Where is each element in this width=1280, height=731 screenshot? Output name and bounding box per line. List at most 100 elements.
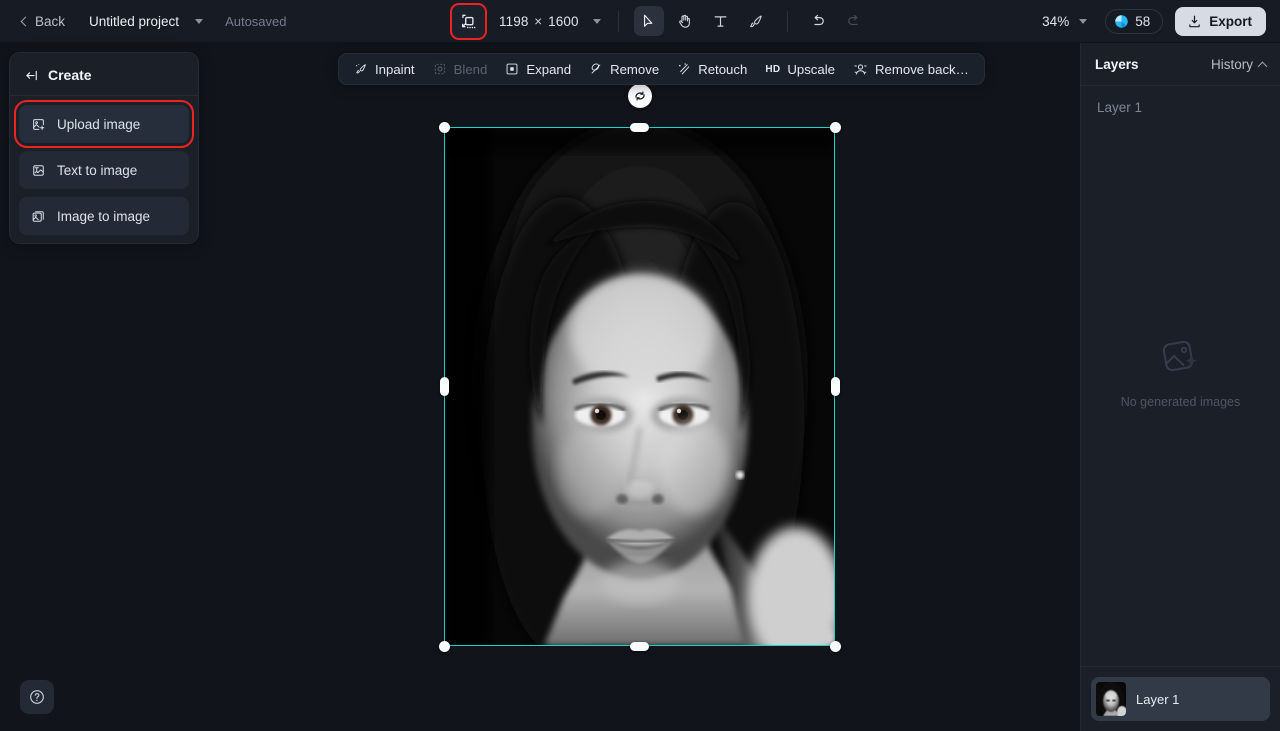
generated-images-empty-state: No generated images <box>1081 115 1280 666</box>
zoom-level-value[interactable]: 34% <box>1034 9 1073 34</box>
export-button-label: Export <box>1209 14 1252 29</box>
topbar-center-group: 1198 × 1600 <box>452 0 872 43</box>
upscale-label: Upscale <box>787 62 835 77</box>
chevron-left-icon <box>21 16 31 26</box>
selected-image-object[interactable] <box>444 127 835 646</box>
portrait-image <box>444 127 835 646</box>
text-tool-button[interactable] <box>706 6 736 36</box>
text-t-icon <box>712 13 729 30</box>
history-tab[interactable]: History <box>1211 57 1266 72</box>
create-panel-title: Create <box>48 67 92 83</box>
chevron-up-icon <box>1258 61 1268 71</box>
select-tool-button[interactable] <box>634 6 664 36</box>
create-panel-list: Upload image Text to image Image to imag… <box>10 96 198 235</box>
remove-background-button[interactable]: Remove back… <box>844 57 978 81</box>
image-to-image-label: Image to image <box>57 209 150 224</box>
canvas-width-value: 1198 <box>499 14 528 29</box>
blend-label: Blend <box>454 62 488 77</box>
back-button-label: Back <box>35 14 65 29</box>
inpaint-label: Inpaint <box>375 62 415 77</box>
expand-label: Expand <box>526 62 571 77</box>
expand-frame-icon <box>505 62 519 76</box>
chevron-down-icon <box>1079 19 1087 24</box>
remove-background-icon <box>853 62 868 77</box>
rotate-handle[interactable] <box>628 84 652 108</box>
dimension-separator: × <box>532 14 544 29</box>
remove-label: Remove <box>610 62 659 77</box>
resize-handle-top-left[interactable] <box>439 122 450 133</box>
image-edit-toolbar: Inpaint Blend Expand Remove <box>338 53 985 85</box>
create-panel-header: Create <box>10 53 198 96</box>
upload-image-label: Upload image <box>57 117 140 132</box>
project-name[interactable]: Untitled project <box>73 9 187 34</box>
canvas-height-value: 1600 <box>548 14 578 29</box>
blend-button[interactable]: Blend <box>424 57 497 81</box>
credits-count: 58 <box>1135 14 1150 29</box>
image-editor-app: Back Untitled project Autosaved 1198 × <box>0 0 1280 731</box>
undo-arrow-icon <box>809 12 827 30</box>
create-panel: Create Upload image Text to image <box>9 52 199 244</box>
layer-list-item[interactable]: Layer 1 <box>1091 677 1270 721</box>
current-layer-name: Layer 1 <box>1081 86 1280 115</box>
resize-handle-bottom[interactable] <box>630 642 649 651</box>
download-icon <box>1187 14 1202 29</box>
undo-button[interactable] <box>803 6 833 36</box>
empty-state-text: No generated images <box>1121 395 1241 409</box>
project-menu-button[interactable] <box>189 13 209 30</box>
resize-handle-top-right[interactable] <box>830 122 841 133</box>
resize-handle-right[interactable] <box>831 377 840 396</box>
resize-handle-left[interactable] <box>440 377 449 396</box>
image-to-image-button[interactable]: Image to image <box>19 197 189 235</box>
blend-icon <box>433 62 447 76</box>
layer-item-label: Layer 1 <box>1136 692 1179 707</box>
layers-panel: Layers History Layer 1 No generated imag… <box>1080 43 1280 731</box>
toolbar-divider <box>618 11 619 32</box>
history-tab-label: History <box>1211 57 1253 72</box>
upscale-button[interactable]: HD Upscale <box>756 57 844 81</box>
inpaint-button[interactable]: Inpaint <box>345 57 424 81</box>
text-to-image-button[interactable]: Text to image <box>19 151 189 189</box>
chevron-down-icon <box>593 19 601 24</box>
layers-panel-header: Layers History <box>1081 43 1280 86</box>
question-mark-icon <box>28 688 46 706</box>
retouch-label: Retouch <box>698 62 747 77</box>
upload-image-icon <box>31 117 46 132</box>
hand-tool-button[interactable] <box>670 6 700 36</box>
zoom-dropdown-button[interactable] <box>1073 14 1093 29</box>
dimensions-dropdown-button[interactable] <box>588 14 606 29</box>
topbar-left-group: Back Untitled project Autosaved <box>0 9 287 34</box>
back-button[interactable]: Back <box>14 9 73 34</box>
redo-arrow-icon <box>845 12 863 30</box>
topbar-right-group: 34% 58 Export <box>1034 0 1266 43</box>
rotate-handle-icon <box>633 89 647 103</box>
brush-icon <box>748 13 765 30</box>
cursor-arrow-icon <box>640 13 657 30</box>
image-sparkle-icon <box>1157 333 1205 381</box>
upload-image-button[interactable]: Upload image <box>19 105 189 143</box>
inpaint-brush-icon <box>354 62 368 76</box>
credits-badge[interactable]: 58 <box>1105 9 1163 34</box>
top-toolbar: Back Untitled project Autosaved 1198 × <box>0 0 1280 43</box>
collapse-panel-icon[interactable] <box>24 68 39 83</box>
resize-handle-top[interactable] <box>630 123 649 132</box>
transform-resize-icon <box>459 12 478 31</box>
toolbar-divider <box>787 11 788 32</box>
resize-handle-bottom-right[interactable] <box>830 641 841 652</box>
hand-icon <box>676 13 693 30</box>
canvas-dimensions[interactable]: 1198 × 1600 <box>499 14 579 29</box>
layer-thumbnail <box>1096 682 1126 716</box>
brush-tool-button[interactable] <box>742 6 772 36</box>
portrait-thumbnail <box>1096 682 1126 716</box>
export-button[interactable]: Export <box>1175 7 1266 36</box>
expand-button[interactable]: Expand <box>496 57 580 81</box>
redo-button[interactable] <box>839 6 869 36</box>
transform-resize-button[interactable] <box>452 5 485 38</box>
image-to-image-icon <box>31 209 46 224</box>
help-button[interactable] <box>20 680 54 714</box>
retouch-button[interactable]: Retouch <box>668 57 756 81</box>
layers-panel-title: Layers <box>1095 57 1139 72</box>
remove-button[interactable]: Remove <box>580 57 668 81</box>
retouch-wand-icon <box>677 62 691 76</box>
chevron-down-icon <box>195 19 203 24</box>
resize-handle-bottom-left[interactable] <box>439 641 450 652</box>
